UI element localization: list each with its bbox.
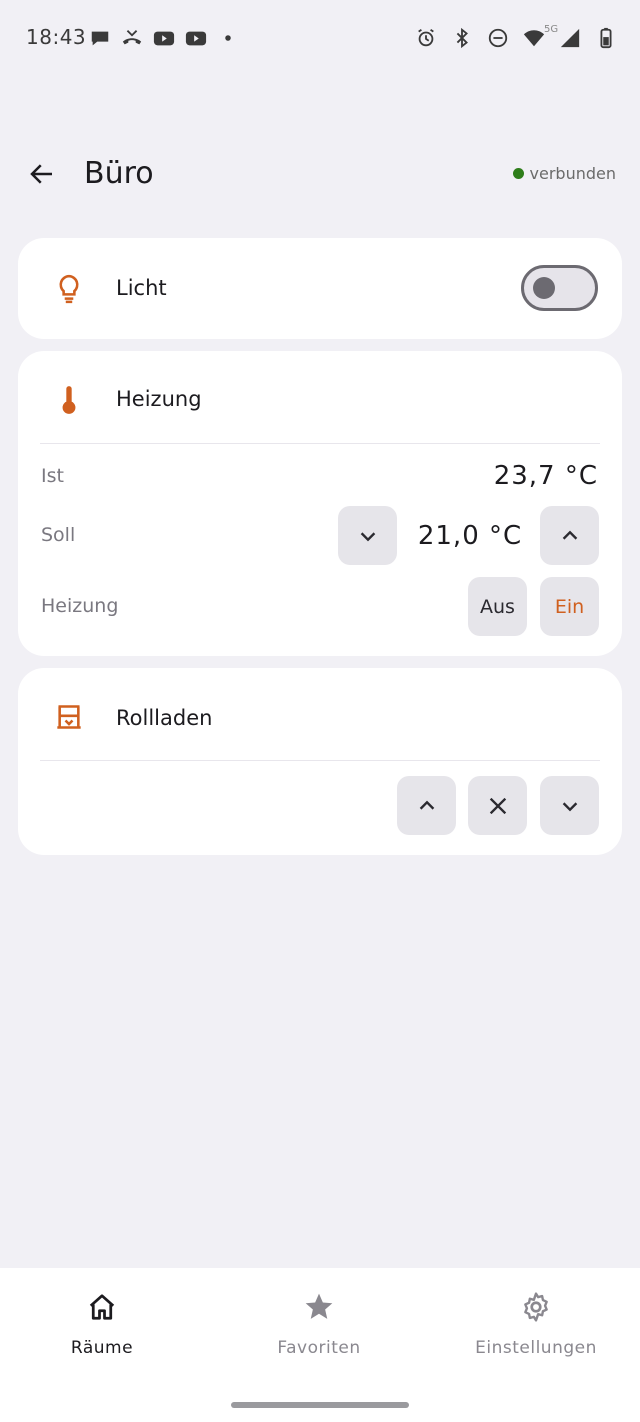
nav-label: Einstellungen [475, 1338, 597, 1358]
nav-label: Räume [70, 1338, 134, 1358]
connection-label: verbunden [529, 164, 616, 183]
soll-label: Soll [41, 524, 76, 546]
ist-label: Ist [41, 465, 64, 487]
dot-icon [216, 26, 240, 50]
back-arrow-icon [30, 164, 52, 184]
chevron-down-icon [360, 531, 375, 541]
page-title: Büro [84, 156, 154, 191]
heating-title: Heizung [116, 387, 202, 411]
close-icon [489, 797, 506, 814]
soll-decrease-button[interactable] [338, 506, 397, 565]
battery-icon [594, 26, 618, 50]
ist-value: 23,7 °C [493, 461, 598, 491]
nav-label: Favoriten [277, 1338, 361, 1358]
heating-mode-label: Heizung [41, 595, 119, 617]
chevron-down-icon [562, 801, 577, 811]
wifi-icon [522, 26, 546, 50]
chat-icon [88, 26, 112, 50]
bluetooth-icon [450, 26, 474, 50]
lightbulb-icon [54, 274, 84, 304]
bottom-navigation: Räume Favoriten Einstellungen [0, 1268, 640, 1422]
heating-off-button[interactable]: Aus [468, 577, 527, 636]
missed-call-icon [120, 26, 144, 50]
youtube-icon [184, 26, 208, 50]
star-icon [302, 1290, 336, 1324]
nav-item-raeume[interactable]: Räume [2, 1290, 202, 1358]
shutter-card: Rollladen [18, 668, 622, 855]
shutter-icon [54, 702, 84, 732]
shutter-down-button[interactable] [540, 776, 599, 835]
connection-status: verbunden [512, 164, 616, 183]
status-right-icons: 5G [414, 24, 618, 50]
light-toggle[interactable] [521, 265, 598, 311]
gesture-bar [231, 1402, 409, 1408]
chevron-up-icon [419, 800, 434, 810]
signal-icon: 5G [544, 24, 582, 50]
light-card: Licht [18, 238, 622, 339]
toggle-knob [533, 277, 555, 299]
heating-card: Heizung Ist 23,7 °C Soll 21,0 °C Heizung… [18, 351, 622, 656]
status-time: 18:43 [26, 25, 87, 49]
heating-on-button[interactable]: Ein [540, 577, 599, 636]
nav-item-einstellungen[interactable]: Einstellungen [436, 1290, 636, 1358]
shutter-stop-button[interactable] [468, 776, 527, 835]
thermometer-icon [54, 385, 84, 415]
divider [40, 760, 600, 761]
dnd-icon [486, 26, 510, 50]
soll-value: 21,0 °C [417, 521, 523, 551]
shutter-title: Rollladen [116, 706, 213, 730]
home-icon [85, 1290, 119, 1324]
divider [40, 443, 600, 444]
alarm-icon [414, 26, 438, 50]
chevron-up-icon [562, 530, 577, 540]
youtube-icon [152, 26, 176, 50]
soll-increase-button[interactable] [540, 506, 599, 565]
top-app-bar: Büro verbunden [0, 140, 640, 210]
back-button[interactable] [22, 154, 62, 194]
gear-icon [519, 1290, 553, 1324]
network-label: 5G [544, 24, 559, 35]
light-title: Licht [116, 276, 167, 300]
shutter-up-button[interactable] [397, 776, 456, 835]
nav-item-favoriten[interactable]: Favoriten [219, 1290, 419, 1358]
connection-dot-icon [512, 168, 524, 179]
status-left-icons [88, 26, 240, 50]
status-bar: 18:43 5G [0, 0, 640, 76]
